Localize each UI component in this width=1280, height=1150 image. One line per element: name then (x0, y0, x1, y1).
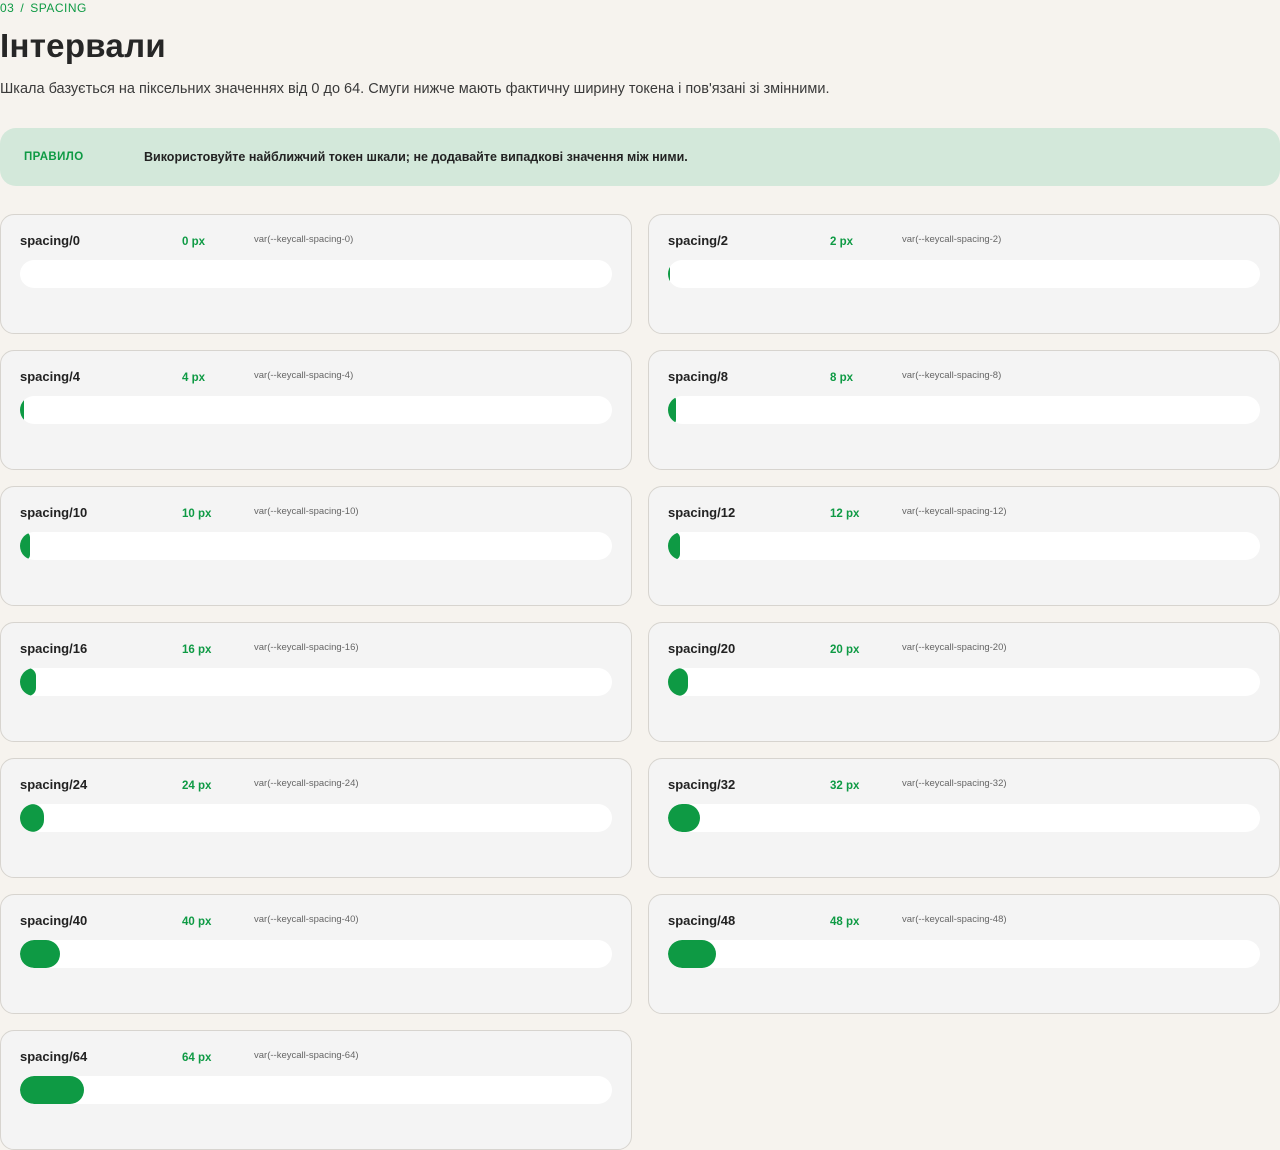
token-variable: var(--keycall-spacing-32) (902, 778, 1007, 789)
token-bar-fill (20, 1076, 84, 1104)
token-variable: var(--keycall-spacing-40) (254, 914, 359, 925)
token-bar-track (668, 260, 1260, 288)
token-name: spacing/40 (20, 913, 88, 928)
token-bar-fill (20, 940, 60, 968)
token-name: spacing/48 (668, 913, 736, 928)
token-bar-fill (668, 940, 716, 968)
token-name: spacing/64 (20, 1049, 88, 1064)
token-card: spacing/40 40 px var(--keycall-spacing-4… (0, 894, 632, 1014)
token-bar-track (668, 532, 1260, 560)
token-bar-track (20, 668, 612, 696)
token-name: spacing/0 (20, 233, 80, 248)
token-bar-track (668, 396, 1260, 424)
token-value: 2 px (830, 236, 854, 248)
token-card: spacing/10 10 px var(--keycall-spacing-1… (0, 486, 632, 606)
token-value: 24 px (182, 780, 212, 792)
token-bar-track (668, 940, 1260, 968)
breadcrumb-section[interactable]: SPACING (30, 1, 87, 15)
token-value: 8 px (830, 372, 854, 384)
token-bar-track (20, 532, 612, 560)
token-card: spacing/2 2 px var(--keycall-spacing-2) (648, 214, 1280, 334)
page-description: Шкала базується на піксельних значеннях … (0, 81, 830, 97)
rule-label: ПРАВИЛО (24, 151, 84, 163)
token-name: spacing/2 (668, 233, 728, 248)
token-bar-fill (668, 532, 680, 560)
token-name: spacing/8 (668, 369, 728, 384)
token-value: 10 px (182, 508, 212, 520)
token-bar-track (20, 260, 612, 288)
token-variable: var(--keycall-spacing-20) (902, 642, 1007, 653)
token-bar-fill (20, 532, 30, 560)
token-variable: var(--keycall-spacing-16) (254, 642, 359, 653)
token-bar-track (20, 804, 612, 832)
page-title: Інтервали (0, 27, 166, 64)
rule-banner: ПРАВИЛО Використовуйте найближчий токен … (0, 128, 1280, 186)
token-value: 40 px (182, 916, 212, 928)
token-value: 64 px (182, 1052, 212, 1064)
token-bar-track (20, 1076, 612, 1104)
token-variable: var(--keycall-spacing-10) (254, 506, 359, 517)
token-bar-track (20, 940, 612, 968)
rule-text: Використовуйте найближчий токен шкали; н… (144, 150, 688, 164)
token-card: spacing/8 8 px var(--keycall-spacing-8) (648, 350, 1280, 470)
token-bar-fill (20, 396, 24, 424)
token-bar-fill (20, 804, 44, 832)
token-bar-fill (668, 804, 700, 832)
breadcrumb: 03 / SPACING (0, 0, 87, 16)
token-name: spacing/32 (668, 777, 736, 792)
token-bar-fill (668, 668, 688, 696)
token-bar-track (668, 804, 1260, 832)
token-card: spacing/32 32 px var(--keycall-spacing-3… (648, 758, 1280, 878)
token-value: 4 px (182, 372, 206, 384)
token-card: spacing/16 16 px var(--keycall-spacing-1… (0, 622, 632, 742)
token-value: 32 px (830, 780, 860, 792)
token-value: 16 px (182, 644, 212, 656)
token-variable: var(--keycall-spacing-24) (254, 778, 359, 789)
token-variable: var(--keycall-spacing-2) (902, 234, 1002, 245)
token-value: 12 px (830, 508, 860, 520)
token-name: spacing/20 (668, 641, 736, 656)
token-value: 0 px (182, 236, 206, 248)
token-bar-fill (668, 396, 676, 424)
token-variable: var(--keycall-spacing-0) (254, 234, 354, 245)
token-variable: var(--keycall-spacing-64) (254, 1050, 359, 1061)
token-name: spacing/24 (20, 777, 88, 792)
token-value: 20 px (830, 644, 860, 656)
token-bar-track (20, 396, 612, 424)
token-card: spacing/48 48 px var(--keycall-spacing-4… (648, 894, 1280, 1014)
token-card: spacing/4 4 px var(--keycall-spacing-4) (0, 350, 632, 470)
breadcrumb-separator: / (20, 1, 25, 15)
token-card: spacing/0 0 px var(--keycall-spacing-0) (0, 214, 632, 334)
token-variable: var(--keycall-spacing-12) (902, 506, 1007, 517)
token-variable: var(--keycall-spacing-48) (902, 914, 1007, 925)
token-name: spacing/12 (668, 505, 736, 520)
token-name: spacing/4 (20, 369, 80, 384)
token-value: 48 px (830, 916, 860, 928)
spacing-token-grid: spacing/0 0 px var(--keycall-spacing-0) … (0, 214, 1280, 1150)
token-variable: var(--keycall-spacing-4) (254, 370, 354, 381)
token-card: spacing/12 12 px var(--keycall-spacing-1… (648, 486, 1280, 606)
breadcrumb-number: 03 (0, 1, 15, 15)
token-bar-fill (20, 668, 36, 696)
token-card: spacing/20 20 px var(--keycall-spacing-2… (648, 622, 1280, 742)
token-name: spacing/16 (20, 641, 88, 656)
token-bar-track (668, 668, 1260, 696)
token-card: spacing/24 24 px var(--keycall-spacing-2… (0, 758, 632, 878)
token-bar-fill (668, 260, 670, 288)
token-card: spacing/64 64 px var(--keycall-spacing-6… (0, 1030, 632, 1150)
token-name: spacing/10 (20, 505, 88, 520)
token-variable: var(--keycall-spacing-8) (902, 370, 1002, 381)
